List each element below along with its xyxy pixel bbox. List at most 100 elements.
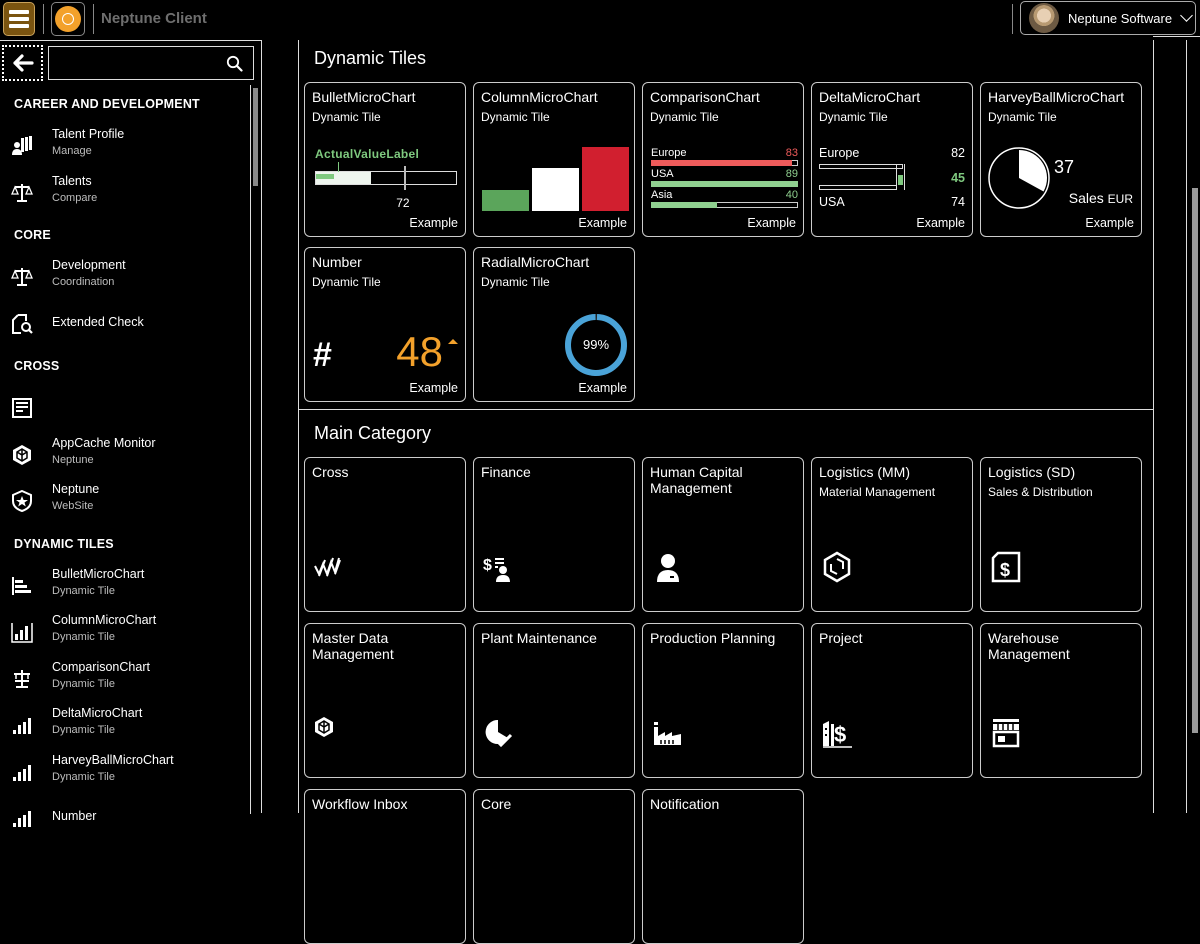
sidebar-item-title: Number bbox=[52, 809, 97, 823]
tile-title: Project bbox=[819, 630, 863, 646]
sidebar-item[interactable]: Talents Compare bbox=[0, 170, 248, 217]
tile-title: RadialMicroChart bbox=[481, 254, 590, 270]
sidebar-item[interactable]: Talent Profile Manage bbox=[0, 123, 248, 170]
sales-document-icon: $ bbox=[989, 550, 1023, 584]
tile-title: HarveyBallMicroChart bbox=[988, 89, 1125, 105]
actual-value-label: ActualValueLabel bbox=[315, 147, 420, 161]
sidebar-item[interactable]: Extended Check bbox=[0, 301, 248, 348]
sidebar-item[interactable]: Development Coordination bbox=[0, 254, 248, 301]
delta-bar-2 bbox=[819, 185, 897, 190]
search-icon[interactable] bbox=[226, 55, 243, 72]
divider bbox=[93, 4, 94, 34]
tile-delta-micro-chart[interactable]: DeltaMicroChart Dynamic Tile Europe 82 4… bbox=[811, 82, 973, 237]
tile-column-micro-chart[interactable]: ColumnMicroChart Dynamic Tile Example bbox=[473, 82, 635, 237]
category-tile[interactable]: Logistics (SD) Sales & Distribution $ bbox=[980, 457, 1142, 612]
sidebar-scrollbar[interactable] bbox=[250, 85, 260, 814]
sidebar-group-title: CROSS bbox=[14, 359, 60, 373]
sidebar-item-subtitle: Manage bbox=[52, 145, 92, 157]
scrollbar-thumb[interactable] bbox=[1192, 188, 1198, 733]
comparison-bar bbox=[651, 202, 718, 208]
category-tile[interactable]: Workflow Inbox bbox=[304, 789, 466, 944]
harvey-value: 37 bbox=[1054, 157, 1075, 177]
sidebar-item[interactable]: ColumnMicroChart Dynamic Tile bbox=[0, 609, 248, 656]
home-button[interactable] bbox=[51, 2, 85, 36]
hash-icon: # bbox=[313, 336, 332, 374]
factory-icon bbox=[651, 716, 685, 750]
comparison-bar bbox=[651, 181, 798, 187]
column-bar bbox=[582, 147, 629, 211]
form-document-icon bbox=[11, 397, 33, 419]
column-chart-icon bbox=[11, 621, 33, 643]
tile-number[interactable]: Number Dynamic Tile # 48 Example bbox=[304, 247, 466, 402]
top-bar: Neptune Client Neptune Software bbox=[0, 0, 1200, 40]
tile-title: Finance bbox=[481, 464, 531, 480]
sidebar-item-title: ColumnMicroChart bbox=[52, 613, 157, 627]
category-tile[interactable]: Production Planning bbox=[642, 623, 804, 778]
section-title-main-category: Main Category bbox=[314, 423, 432, 443]
tile-title: DeltaMicroChart bbox=[819, 89, 921, 105]
sidebar-item[interactable]: AppCache Monitor Neptune bbox=[0, 432, 248, 479]
category-tile[interactable]: Warehouse Management bbox=[980, 623, 1142, 778]
category-tile[interactable]: Project $ bbox=[811, 623, 973, 778]
category-tile[interactable]: Plant Maintenance bbox=[473, 623, 635, 778]
comparison-row-value: 83 bbox=[785, 147, 798, 159]
back-button[interactable] bbox=[2, 45, 43, 81]
section-title-dynamic-tiles: Dynamic Tiles bbox=[314, 48, 427, 68]
main-content: Dynamic Tiles BulletMicroChart Dynamic T… bbox=[298, 40, 1154, 944]
comparison-row-label: Europe bbox=[651, 147, 687, 159]
sidebar-item[interactable] bbox=[0, 385, 248, 432]
sidebar-item[interactable]: HarveyBallMicroChart Dynamic Tile bbox=[0, 749, 248, 796]
harvey-ball bbox=[988, 147, 1050, 209]
comparison-row-value: 89 bbox=[785, 168, 798, 180]
category-tile[interactable]: Cross bbox=[304, 457, 466, 612]
harvey-ball-slice bbox=[1019, 150, 1047, 192]
sidebar-item[interactable]: Neptune WebSite bbox=[0, 478, 248, 525]
tile-subtitle: Sales & Distribution bbox=[988, 485, 1093, 499]
tile-radial-micro-chart[interactable]: RadialMicroChart Dynamic Tile 99% Exampl… bbox=[473, 247, 635, 402]
hamburger-icon bbox=[9, 10, 29, 14]
store-icon bbox=[989, 716, 1023, 750]
category-tile[interactable]: Core bbox=[473, 789, 635, 944]
main-scrollbar[interactable] bbox=[1186, 40, 1200, 813]
sidebar-group-title: CAREER AND DEVELOPMENT bbox=[14, 97, 200, 111]
search-input[interactable] bbox=[49, 47, 219, 79]
talent-profile-icon bbox=[11, 135, 33, 157]
sidebar-item[interactable]: DeltaMicroChart Dynamic Tile bbox=[0, 702, 248, 749]
sidebar-item-title: Development bbox=[52, 258, 126, 272]
scrollbar-thumb[interactable] bbox=[253, 88, 258, 186]
category-tile[interactable]: Logistics (MM) Material Management bbox=[811, 457, 973, 612]
delta-value-1: 82 bbox=[951, 146, 965, 160]
sidebar-item-title: Extended Check bbox=[52, 314, 144, 329]
category-tile[interactable]: Human Capital Management bbox=[642, 457, 804, 612]
sidebar-item[interactable]: BulletMicroChart Dynamic Tile bbox=[0, 563, 248, 610]
category-tile[interactable]: Finance $ bbox=[473, 457, 635, 612]
sidebar-item[interactable]: Number bbox=[0, 795, 248, 842]
product-box-icon bbox=[820, 550, 854, 584]
tile-harvey-ball-micro-chart[interactable]: HarveyBallMicroChart Dynamic Tile 37 Sal… bbox=[980, 82, 1142, 237]
sidebar-item-title: Neptune bbox=[52, 482, 100, 496]
menu-button[interactable] bbox=[3, 2, 35, 36]
sidebar-item-title: ComparisonChart bbox=[52, 659, 150, 674]
delta-label-2: USA bbox=[819, 195, 845, 209]
tile-subtitle: Dynamic Tile bbox=[819, 110, 888, 124]
user-menu-button[interactable]: Neptune Software bbox=[1020, 1, 1196, 35]
tile-title: BulletMicroChart bbox=[312, 89, 416, 105]
star-shield-icon bbox=[11, 490, 33, 512]
tile-title: ColumnMicroChart bbox=[481, 89, 598, 105]
category-tile[interactable]: Master Data Management bbox=[304, 623, 466, 778]
tile-title: Human Capital Management bbox=[650, 464, 743, 496]
comparison-row-label: USA bbox=[651, 168, 674, 180]
sidebar-item-subtitle: Coordination bbox=[52, 276, 115, 288]
comparison-row-label: Asia bbox=[651, 189, 673, 201]
svg-text:$: $ bbox=[834, 722, 846, 747]
tile-bullet-micro-chart[interactable]: BulletMicroChart Dynamic Tile ActualValu… bbox=[304, 82, 466, 237]
tile-title: Production Planning bbox=[650, 630, 776, 646]
tile-comparison-chart[interactable]: ComparisonChart Dynamic Tile Europe 83 U… bbox=[642, 82, 804, 237]
category-tile[interactable]: Notification bbox=[642, 789, 804, 944]
tile-title: Plant Maintenance bbox=[481, 630, 597, 646]
sidebar-item[interactable]: ComparisonChart Dynamic Tile bbox=[0, 656, 248, 703]
sidebar-item-subtitle: Dynamic Tile bbox=[52, 677, 115, 690]
tile-footer: Example bbox=[578, 381, 627, 395]
search-field[interactable] bbox=[48, 46, 254, 80]
sidebar-item-subtitle: Neptune bbox=[52, 453, 94, 466]
